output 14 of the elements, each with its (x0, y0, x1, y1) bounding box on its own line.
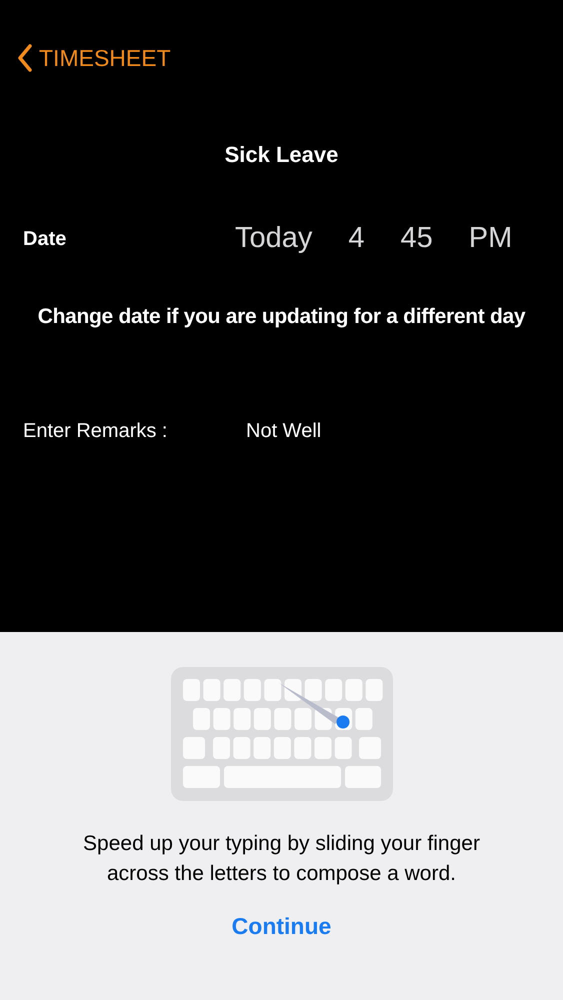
picker-value: Today (235, 220, 312, 256)
page-title: Sick Leave (224, 140, 340, 168)
chevron-left-icon (17, 44, 33, 72)
date-hint: Change date if you are updating for a different day (36, 304, 526, 330)
remarks-field[interactable]: Not Well (246, 416, 526, 446)
picker-value: PM (468, 220, 512, 256)
tip-message: Speed up your typing by sliding your finger across the letters to compose a word. (82, 831, 481, 887)
continue-button[interactable]: Continue (232, 909, 332, 944)
date-time-picker[interactable]: Today 4 45 PM (235, 216, 512, 260)
picker-value: 4 (348, 220, 365, 256)
back-button[interactable]: TIMESHEET (17, 41, 171, 76)
date-label: Date (23, 226, 68, 252)
picker-value: 45 (400, 220, 433, 256)
remarks-label: Enter Remarks : (23, 419, 168, 444)
